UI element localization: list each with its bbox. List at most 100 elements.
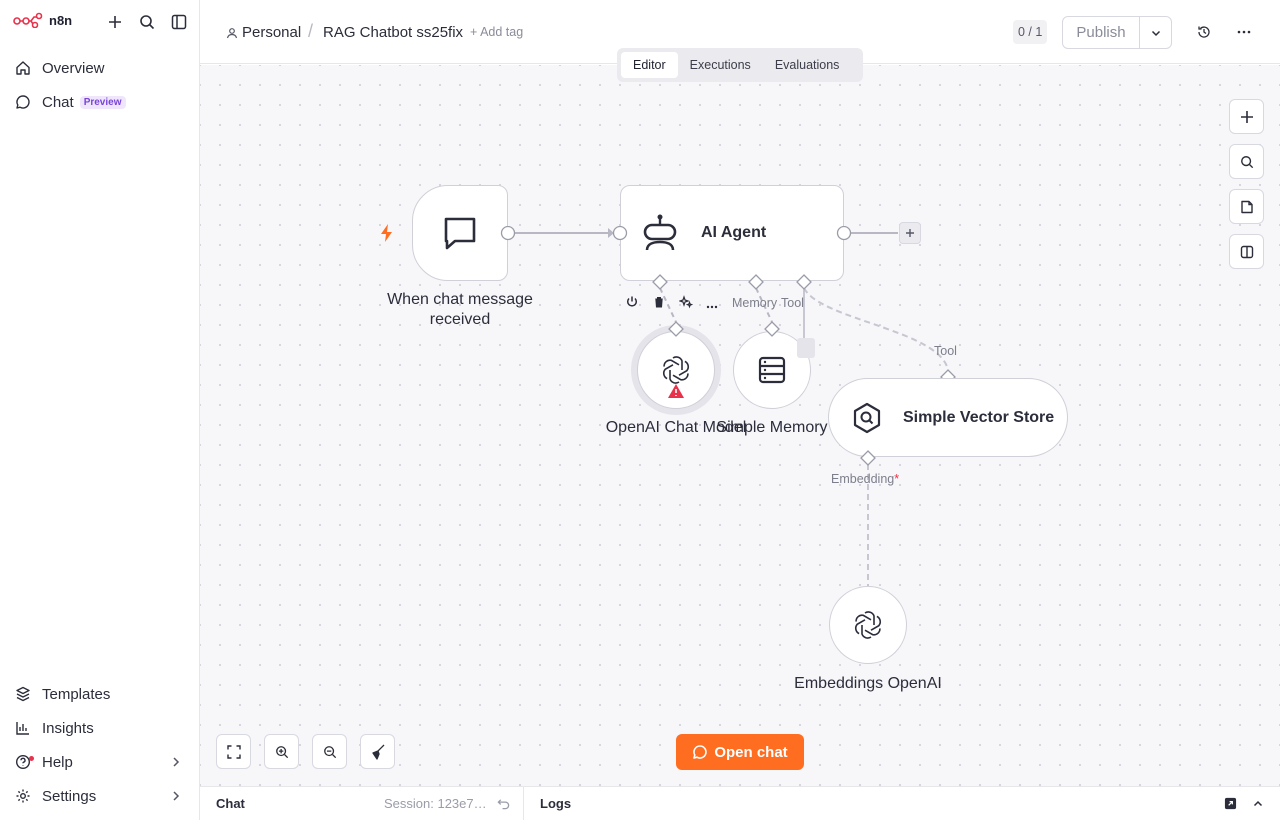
bottom-panel: Chat Session: 123e7… Logs (200, 786, 1280, 820)
sidebar-item-overview[interactable]: Overview (8, 53, 192, 83)
database-icon (758, 356, 786, 384)
chat-model-port[interactable] (668, 321, 684, 337)
zoom-in-icon (275, 745, 288, 758)
logs-panel-tab[interactable]: Logs (540, 796, 571, 811)
vector-store-title: Simple Vector Store (903, 408, 1055, 426)
add-node-button[interactable] (1229, 99, 1264, 134)
sparkle-icon (678, 295, 694, 309)
undo-icon (497, 799, 510, 810)
canvas-right-controls (1229, 99, 1264, 269)
vector-store-search-icon (853, 402, 881, 433)
memory-add-button[interactable] (797, 338, 815, 358)
ai-assist-button[interactable] (678, 295, 694, 314)
embeddings-label: Embeddings OpenAI (794, 675, 942, 692)
openai-icon (854, 611, 882, 639)
port-label-embedding: Embedding* (831, 472, 899, 486)
port-label-tool: Tool (781, 296, 804, 310)
publish-dropdown-button[interactable] (1140, 17, 1171, 48)
zoom-out-icon (323, 745, 336, 758)
chevron-up-icon (1253, 800, 1263, 807)
chevron-right-icon (173, 757, 180, 767)
agent-model-port[interactable] (652, 274, 668, 290)
node-more-button[interactable] (706, 296, 718, 314)
user-icon (226, 27, 238, 38)
help-icon (14, 753, 34, 771)
search-icon (140, 15, 155, 30)
embedding-port[interactable] (860, 450, 876, 466)
trigger-output-port[interactable] (500, 226, 516, 242)
expand-panel-button[interactable] (1252, 797, 1264, 815)
more-options-button[interactable] (1234, 22, 1254, 42)
zoom-out-button[interactable] (312, 734, 347, 769)
sidebar-item-help[interactable]: Help (8, 747, 192, 777)
sidebar: n8n Overview Chat Preview Templates Insi… (0, 0, 200, 820)
power-toggle-button[interactable] (625, 295, 639, 314)
plus-icon (906, 229, 914, 237)
plus-icon (1240, 110, 1253, 123)
home-icon (14, 59, 32, 77)
history-icon (1198, 26, 1210, 38)
workflow-name[interactable]: RAG Chatbot ss25fix (323, 24, 463, 41)
warning-icon (668, 384, 684, 398)
chat-message-icon (444, 217, 476, 250)
publish-button[interactable]: Publish (1063, 17, 1140, 48)
n8n-logo-icon (13, 12, 43, 28)
project-name: Personal (242, 24, 302, 41)
delete-node-button[interactable] (652, 295, 666, 314)
agent-output-port[interactable] (836, 226, 852, 242)
sticky-note-button[interactable] (1229, 189, 1264, 224)
sidebar-item-label: Templates (42, 685, 111, 703)
sidebar-item-chat[interactable]: Chat Preview (8, 87, 192, 117)
session-id: Session: 123e7… (384, 796, 487, 811)
openai-icon (662, 356, 690, 384)
templates-icon (14, 685, 32, 703)
new-workflow-button[interactable] (105, 12, 125, 32)
agent-memory-port[interactable] (748, 274, 764, 290)
node-hover-toolbar (625, 295, 718, 314)
memory-port[interactable] (764, 321, 780, 337)
toggle-panel-button[interactable] (1229, 234, 1264, 269)
add-tag-button[interactable]: + Add tag (470, 25, 523, 39)
sidebar-item-label: Overview (42, 59, 105, 77)
panel-icon (1240, 245, 1253, 258)
notification-dot (29, 756, 34, 761)
tidy-up-button[interactable] (360, 734, 395, 769)
search-button[interactable] (137, 12, 157, 32)
sidebar-item-label: Help (42, 753, 73, 771)
reset-session-button[interactable] (497, 797, 510, 815)
required-mark: * (894, 472, 900, 486)
node-ai-agent[interactable]: AI Agent (620, 185, 844, 281)
zoom-in-button[interactable] (264, 734, 299, 769)
port-label-memory: Memory (732, 296, 778, 310)
fit-view-button[interactable] (216, 734, 251, 769)
tab-evaluations[interactable]: Evaluations (763, 52, 852, 78)
power-icon (626, 296, 638, 307)
collapse-sidebar-button[interactable] (169, 12, 189, 32)
node-trigger[interactable] (412, 185, 508, 281)
node-embeddings-openai[interactable] (829, 586, 907, 664)
trigger-label: When chat message received (387, 291, 533, 328)
canvas-zoom-controls (216, 734, 395, 769)
history-button[interactable] (1194, 22, 1214, 42)
breadcrumb-project[interactable]: Personal (226, 24, 301, 41)
agent-input-port[interactable] (612, 226, 628, 242)
open-chat-button[interactable]: Open chat (676, 734, 804, 770)
sidebar-toggle-icon (171, 14, 187, 30)
popout-button[interactable] (1224, 797, 1237, 815)
search-nodes-button[interactable] (1229, 144, 1264, 179)
sidebar-item-templates[interactable]: Templates (8, 679, 192, 709)
sidebar-item-insights[interactable]: Insights (8, 713, 192, 743)
breadcrumb-separator: / (308, 21, 314, 41)
node-simple-vector-store[interactable]: Simple Vector Store (828, 378, 1068, 457)
n8n-logo[interactable]: n8n (13, 12, 72, 28)
tab-executions[interactable]: Executions (678, 52, 763, 78)
tab-editor[interactable]: Editor (621, 52, 678, 78)
popout-icon (1224, 797, 1237, 810)
chat-bubble-icon (693, 745, 708, 759)
chat-panel-tab[interactable]: Chat (216, 796, 245, 811)
chat-bubble-icon (14, 93, 32, 111)
more-horizontal-icon (706, 305, 718, 308)
agent-tool-port[interactable] (796, 274, 812, 290)
add-next-node-button[interactable] (899, 222, 921, 244)
sidebar-item-settings[interactable]: Settings (8, 781, 192, 811)
